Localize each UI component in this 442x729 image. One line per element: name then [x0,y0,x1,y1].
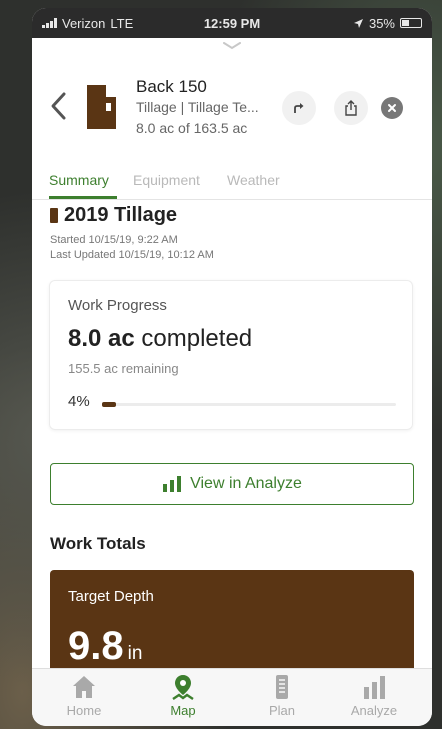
remaining-text: 155.5 ac remaining [68,361,179,376]
nav-plan-label: Plan [268,703,296,718]
nav-analyze-label: Analyze [350,703,398,718]
share-button[interactable] [334,91,368,125]
tab-summary[interactable]: Summary [49,172,109,188]
share-icon [345,100,357,116]
home-icon [73,676,95,698]
field-area: 8.0 ac of 163.5 ac [136,120,248,136]
operation-title: 2019 Tillage [64,204,178,226]
progress-track [102,402,396,407]
directions-icon [294,103,304,113]
bottom-nav: Home Map Plan Analyze [32,668,432,726]
field-name: Back 150 [136,77,207,96]
status-bar: Verizon LTE 12:59 PM 35% [32,8,432,38]
work-progress-title: Work Progress [68,297,167,314]
back-chevron-icon[interactable] [48,91,70,121]
target-depth-unit: in [127,643,143,664]
field-shape-icon [87,85,116,129]
field-detail-sheet: Verizon LTE 12:59 PM 35% Back 150 Tillag… [32,8,432,726]
progress-fill [102,402,117,407]
field-header: Back 150 Tillage | Tillage Te... 8.0 ac … [32,63,432,153]
tab-equipment[interactable]: Equipment [133,172,200,188]
active-tab-indicator [49,196,117,199]
updated-timestamp: Last Updated 10/15/19, 10:12 AM [50,249,214,261]
nav-map-label: Map [170,703,196,718]
nav-home[interactable]: Home [44,673,124,718]
work-totals-title: Work Totals [50,534,146,553]
analyze-chart-icon [163,476,182,492]
battery-percent: 35% [368,15,395,31]
completed-summary: 8.0 ac completed [68,325,252,353]
plan-icon [276,675,288,699]
work-progress-card: Work Progress 8.0 ac completed 155.5 ac … [49,280,413,430]
close-button[interactable] [381,97,403,119]
target-depth-value: 9.8 [68,624,124,668]
view-in-analyze-label: View in Analyze [190,475,302,492]
tab-weather[interactable]: Weather [227,172,280,188]
location-arrow-icon [353,18,363,28]
completed-label: completed [141,325,253,352]
completed-value: 8.0 ac [68,325,135,352]
nav-plan[interactable]: Plan [242,673,322,718]
started-timestamp: Started 10/15/19, 9:22 AM [50,234,178,246]
nav-analyze[interactable]: Analyze [334,673,414,718]
nav-home-label: Home [66,703,102,718]
operation-title-row: 2019 Tillage [50,204,177,227]
map-pin-icon [172,675,194,700]
operation-subtitle: Tillage | Tillage Te... [136,99,259,115]
status-right: 35% [353,16,422,31]
sheet-grabber-icon[interactable] [223,42,241,50]
operation-color-chip [50,208,58,223]
nav-map[interactable]: Map [143,673,223,718]
battery-icon [400,18,422,28]
view-in-analyze-button[interactable]: View in Analyze [50,463,414,505]
analyze-chart-icon [364,676,385,699]
target-depth-value-row: 9.8 in [68,624,142,669]
close-icon [388,104,396,112]
target-depth-label: Target Depth [68,588,154,605]
detail-tabs: Summary Equipment Weather [32,166,432,200]
directions-button[interactable] [282,91,316,125]
percent-label: 4% [68,393,90,410]
